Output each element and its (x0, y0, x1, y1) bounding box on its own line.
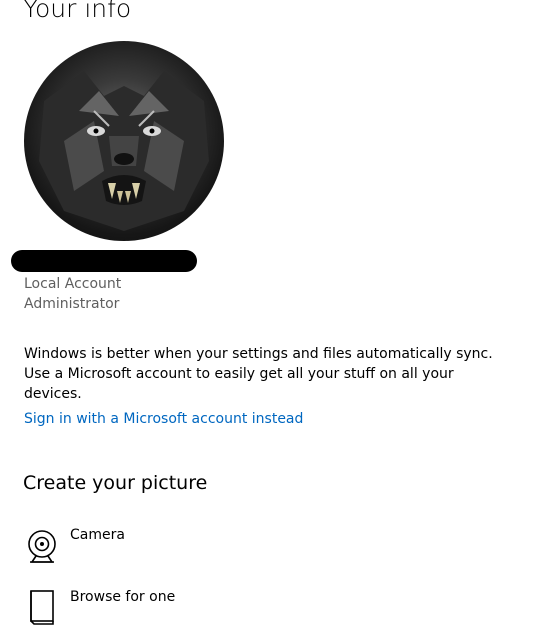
browse-option[interactable]: Browse for one (24, 584, 324, 628)
wolf-picture-icon (39, 71, 209, 231)
redacted-account-name (11, 250, 197, 272)
document-icon (24, 584, 60, 628)
sync-message-line: devices. (24, 386, 82, 402)
sync-message-line: Windows is better when your settings and… (24, 346, 493, 362)
avatar (24, 41, 224, 241)
browse-option-label: Browse for one (70, 589, 176, 605)
sign-in-microsoft-account-link[interactable]: Sign in with a Microsoft account instead (24, 411, 303, 427)
camera-option-label: Camera (70, 527, 125, 543)
camera-option[interactable]: Camera (24, 522, 324, 566)
sync-message-line: Use a Microsoft account to easily get al… (24, 366, 454, 382)
camera-icon (24, 522, 60, 566)
page-title: Your info (23, 0, 132, 23)
account-type: Local Account (24, 276, 122, 292)
sync-message: Windows is better when your settings and… (24, 344, 493, 404)
account-role: Administrator (24, 296, 120, 312)
your-info-page: Your info Local Account Administrator Wi… (0, 0, 541, 635)
create-picture-heading: Create your picture (23, 472, 208, 494)
